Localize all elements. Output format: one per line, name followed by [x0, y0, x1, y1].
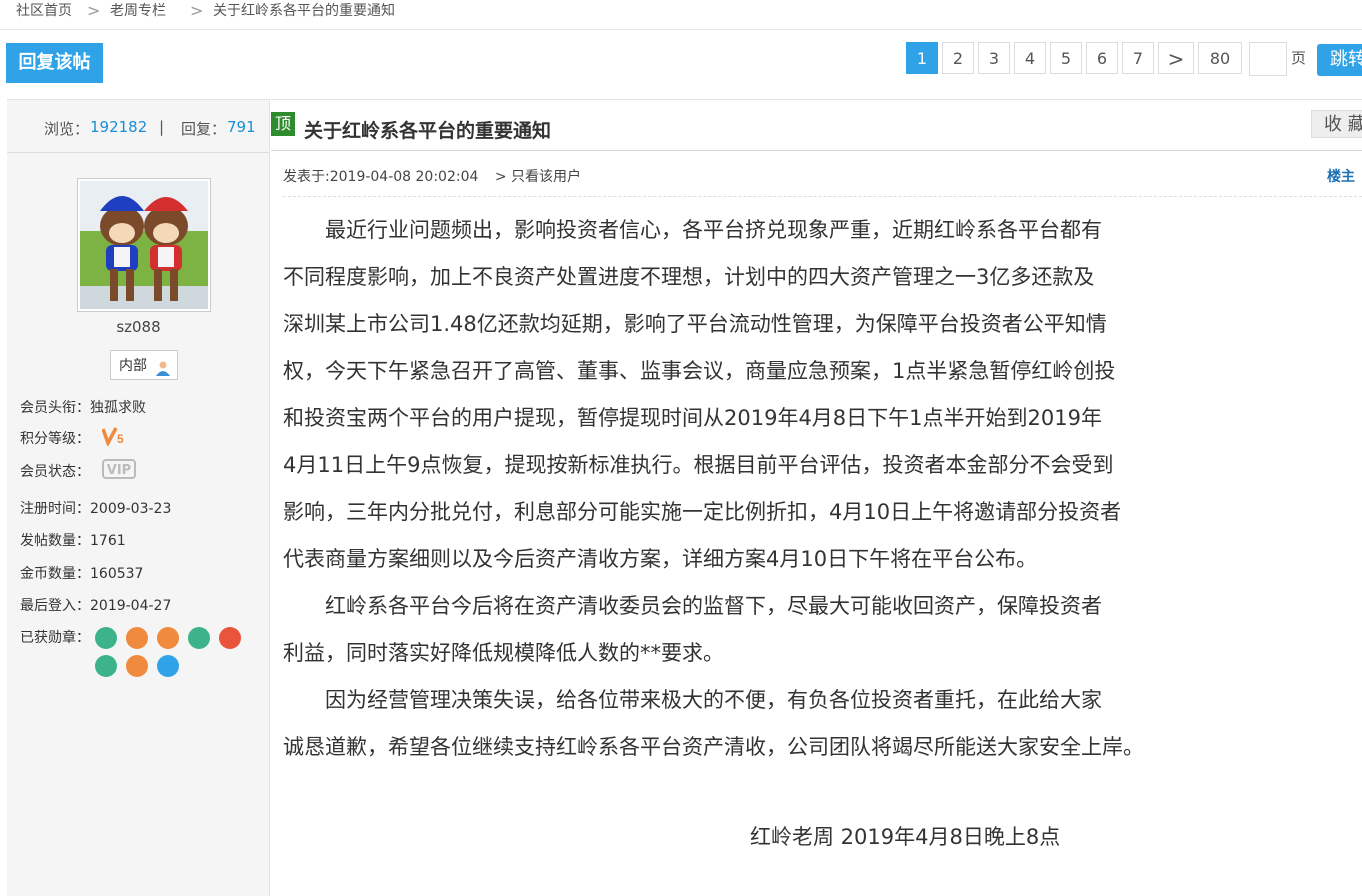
medal-icon[interactable]	[126, 655, 148, 677]
medals-row: 已获勋章：	[20, 627, 90, 647]
page-button-1[interactable]: 1	[906, 42, 938, 74]
register-date-value: 2009-03-23	[90, 501, 172, 517]
medal-icon[interactable]	[157, 627, 179, 649]
replies-count: 791	[227, 118, 256, 136]
post-line: 最近行业问题频出，影响投资者信心，各平台挤兑现象严重，近期红岭系各平台都有	[283, 218, 1102, 242]
post-title: 关于红岭系各平台的重要通知	[304, 120, 552, 142]
post-line: 和投资宝两个平台的用户提现，暂停提现时间从2019年4月8日下午1点半开始到20…	[283, 406, 1102, 430]
reply-post-button[interactable]: 回复该帖	[6, 43, 103, 83]
level-label: 积分等级：	[20, 431, 90, 447]
last-login-label: 最后登入：	[20, 598, 90, 614]
post-line: 利益，同时落实好降低规模降低人数的**要求。	[283, 641, 724, 665]
member-title-value: 独孤求败	[90, 400, 146, 416]
views-label: 浏览：	[44, 120, 90, 138]
divider	[0, 29, 1362, 30]
pinned-tag: 顶	[271, 112, 295, 136]
avatar[interactable]	[77, 178, 211, 312]
post-count-row: 发帖数量：1761	[20, 530, 126, 550]
post-line: 4月11日上午9点恢复，提现按新标准执行。根据目前平台评估，投资者本金部分不会受…	[283, 453, 1114, 477]
medal-icon[interactable]	[219, 627, 241, 649]
page-button-5[interactable]: 5	[1050, 42, 1082, 74]
only-author-link[interactable]: > 只看该用户	[495, 169, 581, 185]
post-line: 因为经营管理决策失误，给各位带来极大的不便，有负各位投资者重托，在此给大家	[283, 688, 1102, 712]
coin-count-value: 160537	[90, 566, 144, 582]
page-number-input[interactable]	[1249, 42, 1287, 76]
medal-icon[interactable]	[95, 627, 117, 649]
stats-divider: |	[159, 118, 165, 136]
svg-text:5: 5	[117, 432, 124, 446]
breadcrumb-current: 关于红岭系各平台的重要通知	[213, 3, 395, 19]
breadcrumb-separator: >	[190, 1, 204, 20]
post-line: 权，今天下午紧急召开了高管、董事、监事会议，商量应急预案，1点半紧急暂停红岭创投	[283, 359, 1116, 383]
status-label: 会员状态：	[20, 464, 90, 480]
post-line: 代表商量方案细则以及今后资产清收方案，详细方案4月10日下午将在平台公布。	[283, 547, 1038, 571]
post-body: 最近行业问题频出，影响投资者信心，各平台挤兑现象严重，近期红岭系各平台都有 不同…	[283, 212, 1144, 776]
coin-count-row: 金币数量：160537	[20, 563, 143, 583]
medal-icon[interactable]	[95, 655, 117, 677]
username[interactable]: sz088	[7, 318, 270, 336]
medal-icon[interactable]	[126, 627, 148, 649]
register-date-label: 注册时间：	[20, 501, 90, 517]
author-sidebar: 浏览： 192182 | 回复： 791 sz088 内部 会员头衔：独孤求败 …	[7, 99, 270, 896]
group-badge: 内部	[110, 350, 178, 380]
medal-icon[interactable]	[157, 655, 179, 677]
replies-label: 回复：	[181, 120, 227, 138]
status-row: 会员状态： VIP	[20, 459, 136, 481]
page-button-7[interactable]: 7	[1122, 42, 1154, 74]
last-login-value: 2019-04-27	[90, 598, 172, 614]
last-page-button[interactable]: 80	[1198, 42, 1242, 74]
member-title-label: 会员头衔：	[20, 400, 90, 416]
medal-icon[interactable]	[188, 627, 210, 649]
group-badge-label: 内部	[119, 358, 147, 374]
breadcrumb-column-link[interactable]: 老周专栏	[110, 0, 166, 22]
post-count-value: 1761	[90, 533, 126, 549]
page-button-4[interactable]: 4	[1014, 42, 1046, 74]
post-count-label: 发帖数量：	[20, 533, 90, 549]
post-time: 发表于:2019-04-08 20:02:04	[283, 169, 479, 185]
favorite-button[interactable]: 收 藏	[1311, 110, 1362, 138]
level-row: 积分等级： 5	[20, 427, 124, 448]
page-unit-label: 页	[1291, 49, 1307, 67]
page-button-3[interactable]: 3	[978, 42, 1010, 74]
post-line: 不同程度影响，加上不良资产处置进度不理想，计划中的四大资产管理之一3亿多还款及	[283, 265, 1095, 289]
breadcrumb-home-link[interactable]: 社区首页	[16, 0, 72, 22]
post-line: 影响，三年内分批兑付，利息部分可能实施一定比例折扣，4月10日上午将邀请部分投资…	[283, 500, 1122, 524]
post-stats: 浏览： 192182 | 回复： 791	[7, 100, 269, 153]
post-header: 顶 关于红岭系各平台的重要通知 收 藏	[271, 99, 1362, 151]
medals-label: 已获勋章：	[20, 630, 90, 646]
post-line: 红岭系各平台今后将在资产清收委员会的监督下，尽最大可能收回资产，保障投资者	[283, 594, 1102, 618]
next-page-button[interactable]: >	[1158, 42, 1194, 74]
register-date-row: 注册时间：2009-03-23	[20, 498, 171, 518]
user-icon	[155, 357, 171, 376]
post-signature: 红岭老周 2019年4月8日晚上8点	[750, 825, 1061, 849]
post-line: 深圳某上市公司1.48亿还款均延期，影响了平台流动性管理，为保障平台投资者公平知…	[283, 312, 1107, 336]
jump-button[interactable]: 跳转	[1317, 44, 1362, 76]
coin-count-label: 金币数量：	[20, 566, 90, 582]
page-button-2[interactable]: 2	[942, 42, 974, 74]
last-login-row: 最后登入：2019-04-27	[20, 595, 171, 615]
member-title-row: 会员头衔：独孤求败	[20, 397, 146, 417]
views-count: 192182	[90, 118, 148, 136]
divider	[283, 196, 1362, 197]
breadcrumb-separator: >	[87, 1, 101, 20]
post-line: 诚恳道歉，希望各位继续支持红岭系各平台资产清收，公司团队将竭尽所能送大家安全上岸…	[283, 735, 1144, 759]
vip-icon: VIP	[102, 459, 136, 479]
level-icon: 5	[101, 426, 130, 448]
page-button-6[interactable]: 6	[1086, 42, 1118, 74]
floor-label: 楼主	[1327, 169, 1355, 185]
post-meta: 发表于:2019-04-08 20:02:04 > 只看该用户	[283, 166, 581, 186]
